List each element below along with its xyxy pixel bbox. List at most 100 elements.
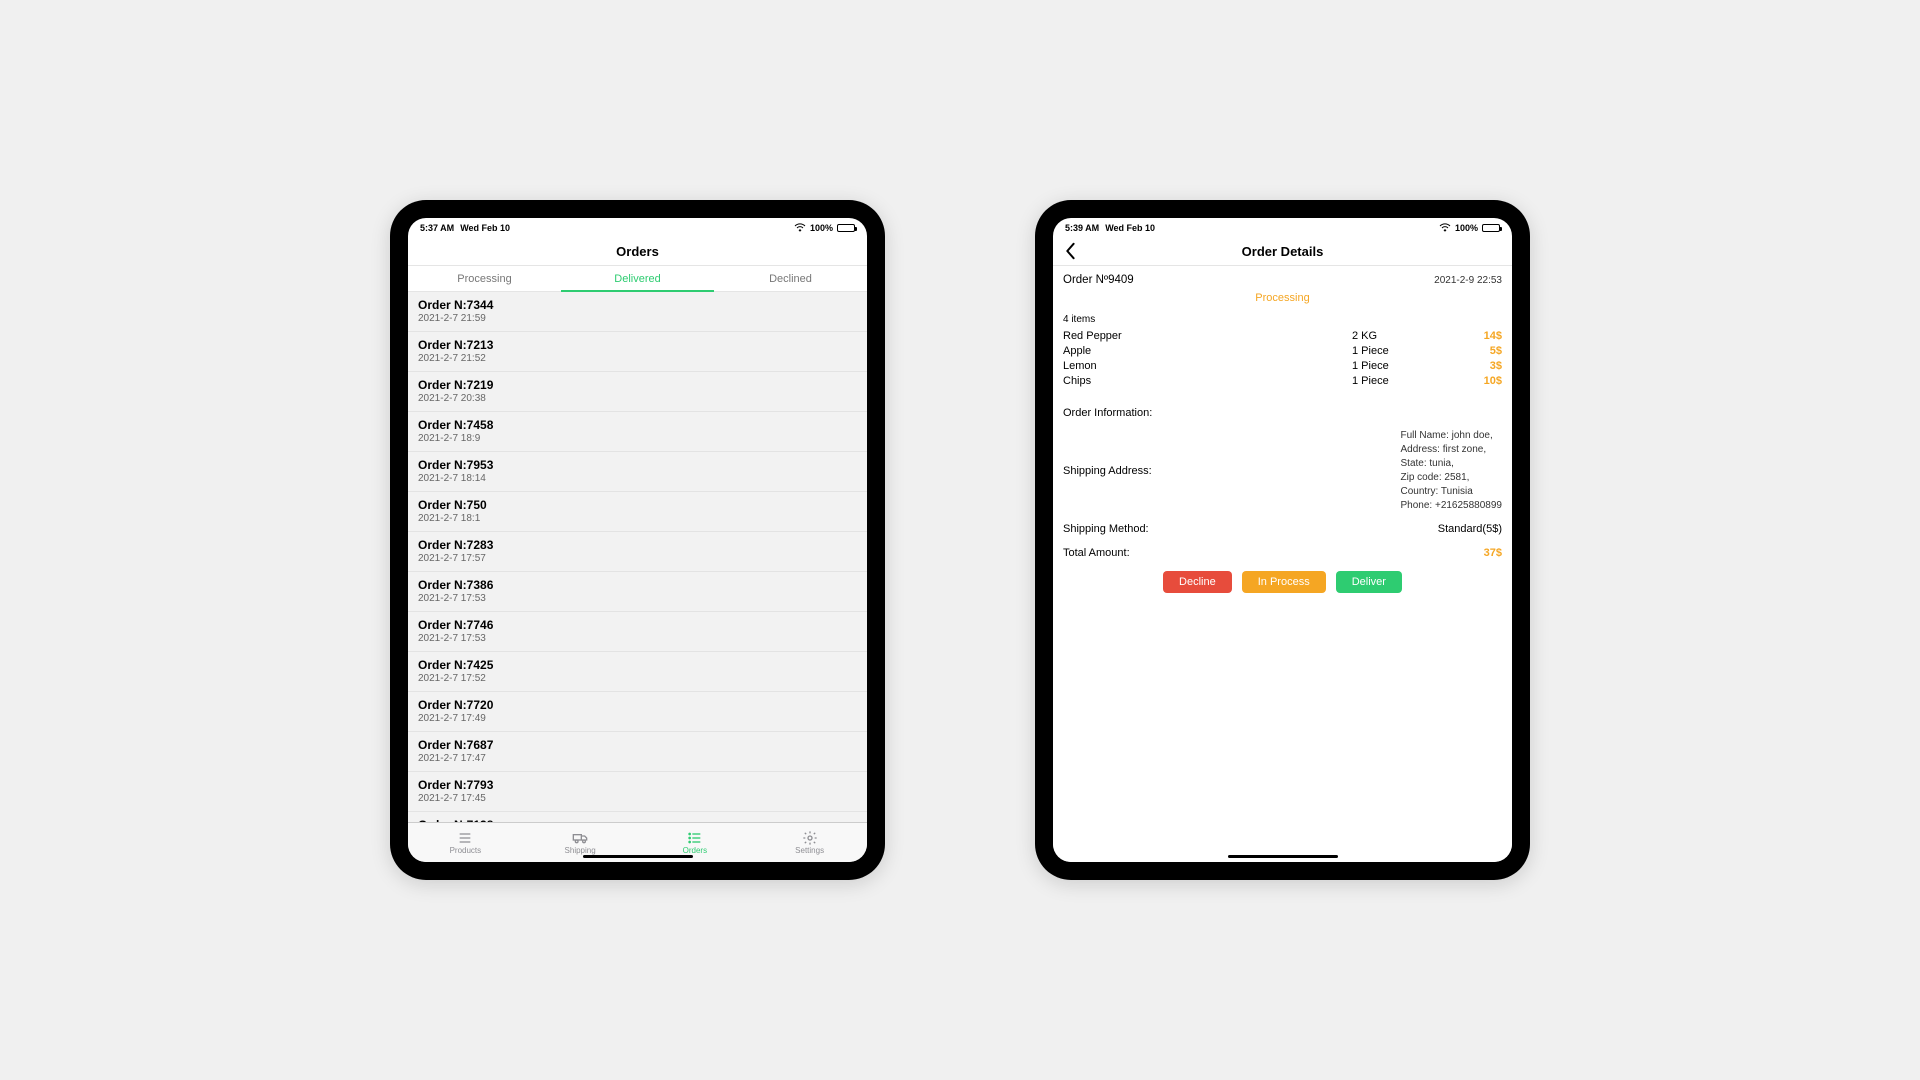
addr-country: Country: Tunisia [1401,485,1503,499]
in-process-button[interactable]: In Process [1242,571,1326,593]
item-price: 14$ [1462,329,1502,344]
tab-products[interactable]: Products [408,823,523,862]
order-date: 2021-2-7 17:47 [418,753,857,764]
tab-processing[interactable]: Processing [408,266,561,291]
item-qty: 2 KG [1352,329,1462,344]
order-title: Order N:7953 [418,458,857,472]
status-left: 5:37 AM Wed Feb 10 [420,223,510,233]
page-title: Order Details [1242,244,1324,259]
status-bar: 5:37 AM Wed Feb 10 100% [408,218,867,238]
order-title: Order N:7219 [418,378,857,392]
order-title: Order N:7746 [418,618,857,632]
order-title: Order N:7283 [418,538,857,552]
list-item[interactable]: Order N:74252021-2-7 17:52 [408,652,867,692]
page-title: Orders [616,244,659,259]
item-row: Red Pepper2 KG14$ [1063,329,1502,344]
shipping-address-value: Full Name: john doe, Address: first zone… [1401,429,1503,513]
order-date: 2021-2-7 21:52 [418,353,857,364]
list-item[interactable]: Order N:73862021-2-7 17:53 [408,572,867,612]
tab-declined[interactable]: Declined [714,266,867,291]
checklist-icon [687,831,703,845]
list-item[interactable]: Order N:76872021-2-7 17:47 [408,732,867,772]
shipping-address-label: Shipping Address: [1063,465,1152,477]
item-qty: 1 Piece [1352,374,1462,389]
order-title: Order N:750 [418,498,857,512]
detail-top-row: Order Nº9409 2021-2-9 22:53 [1063,274,1502,286]
wifi-icon [1439,223,1451,234]
order-info-label: Order Information: [1063,407,1502,419]
list-item[interactable]: Order N:77202021-2-7 17:49 [408,692,867,732]
battery-pct: 100% [1455,223,1478,233]
decline-button[interactable]: Decline [1163,571,1232,593]
order-title: Order N:7720 [418,698,857,712]
home-indicator[interactable] [1228,855,1338,858]
status-right: 100% [794,223,855,234]
item-price: 3$ [1462,359,1502,374]
item-qty: 1 Piece [1352,359,1462,374]
home-indicator[interactable] [583,855,693,858]
order-date: 2021-2-7 17:45 [418,793,857,804]
status-right: 100% [1439,223,1500,234]
item-row: Apple1 Piece5$ [1063,344,1502,359]
detail-content: Order Nº9409 2021-2-9 22:53 Processing 4… [1053,266,1512,862]
orders-list[interactable]: Order N:73442021-2-7 21:59Order N:721320… [408,292,867,822]
list-item[interactable]: Order N:73442021-2-7 21:59 [408,292,867,332]
list-item[interactable]: Order N:72832021-2-7 17:57 [408,532,867,572]
wifi-icon [794,223,806,234]
tab-delivered[interactable]: Delivered [561,266,714,291]
list-item[interactable]: Order N:72192021-2-7 20:38 [408,372,867,412]
item-qty: 1 Piece [1352,344,1462,359]
order-date: 2021-2-7 17:53 [418,633,857,644]
truck-icon [572,831,588,845]
addr-phone: Phone: +21625880899 [1401,499,1503,513]
list-item[interactable]: Order N:79532021-2-7 18:14 [408,452,867,492]
items-list: Red Pepper2 KG14$Apple1 Piece5$Lemon1 Pi… [1063,329,1502,389]
list-item[interactable]: Order N:77932021-2-7 17:45 [408,772,867,812]
items-count: 4 items [1063,314,1502,325]
order-date: 2021-2-7 18:14 [418,473,857,484]
addr-fullname: Full Name: john doe, [1401,429,1503,443]
addr-zip: Zip code: 2581, [1401,471,1503,485]
status-bar: 5:39 AM Wed Feb 10 100% [1053,218,1512,238]
order-title: Order N:7793 [418,778,857,792]
order-title: Order N:7386 [418,578,857,592]
list-item[interactable]: Order N:7502021-2-7 18:1 [408,492,867,532]
order-number: Order Nº9409 [1063,274,1134,286]
tab-settings[interactable]: Settings [752,823,867,862]
order-date: 2021-2-7 21:59 [418,313,857,324]
item-name: Lemon [1063,359,1352,374]
shipping-method-label: Shipping Method: [1063,523,1149,535]
deliver-button[interactable]: Deliver [1336,571,1402,593]
order-title: Order N:7687 [418,738,857,752]
list-item[interactable]: Order N:71382021-2-7 17:45 [408,812,867,822]
order-date: 2021-2-7 17:49 [418,713,857,724]
order-title: Order N:7458 [418,418,857,432]
screen-order-details: 5:39 AM Wed Feb 10 100% Order Details Or… [1053,218,1512,862]
tab-label: Settings [795,846,824,855]
total-row: Total Amount: 37$ [1063,547,1502,559]
shipping-method-value: Standard(5$) [1438,523,1502,535]
order-date: 2021-2-7 17:53 [418,593,857,604]
clock-time: 5:37 AM [420,223,454,233]
nav-header: Order Details [1053,238,1512,266]
action-buttons: Decline In Process Deliver [1063,571,1502,593]
addr-state: State: tunia, [1401,457,1503,471]
gear-icon [802,831,818,845]
list-item[interactable]: Order N:77462021-2-7 17:53 [408,612,867,652]
orders-tabs: Processing Delivered Declined [408,266,867,292]
list-item[interactable]: Order N:72132021-2-7 21:52 [408,332,867,372]
tab-label: Orders [683,846,707,855]
order-title: Order N:7344 [418,298,857,312]
item-name: Red Pepper [1063,329,1352,344]
list-item[interactable]: Order N:74582021-2-7 18:9 [408,412,867,452]
total-label: Total Amount: [1063,547,1130,559]
clock-time: 5:39 AM [1065,223,1099,233]
list-icon [457,831,473,845]
ipad-right: 5:39 AM Wed Feb 10 100% Order Details Or… [1035,200,1530,880]
order-status: Processing [1063,292,1502,304]
item-name: Chips [1063,374,1352,389]
tab-label: Products [450,846,482,855]
back-button[interactable] [1063,242,1077,265]
order-date: 2021-2-7 17:52 [418,673,857,684]
order-timestamp: 2021-2-9 22:53 [1434,275,1502,286]
